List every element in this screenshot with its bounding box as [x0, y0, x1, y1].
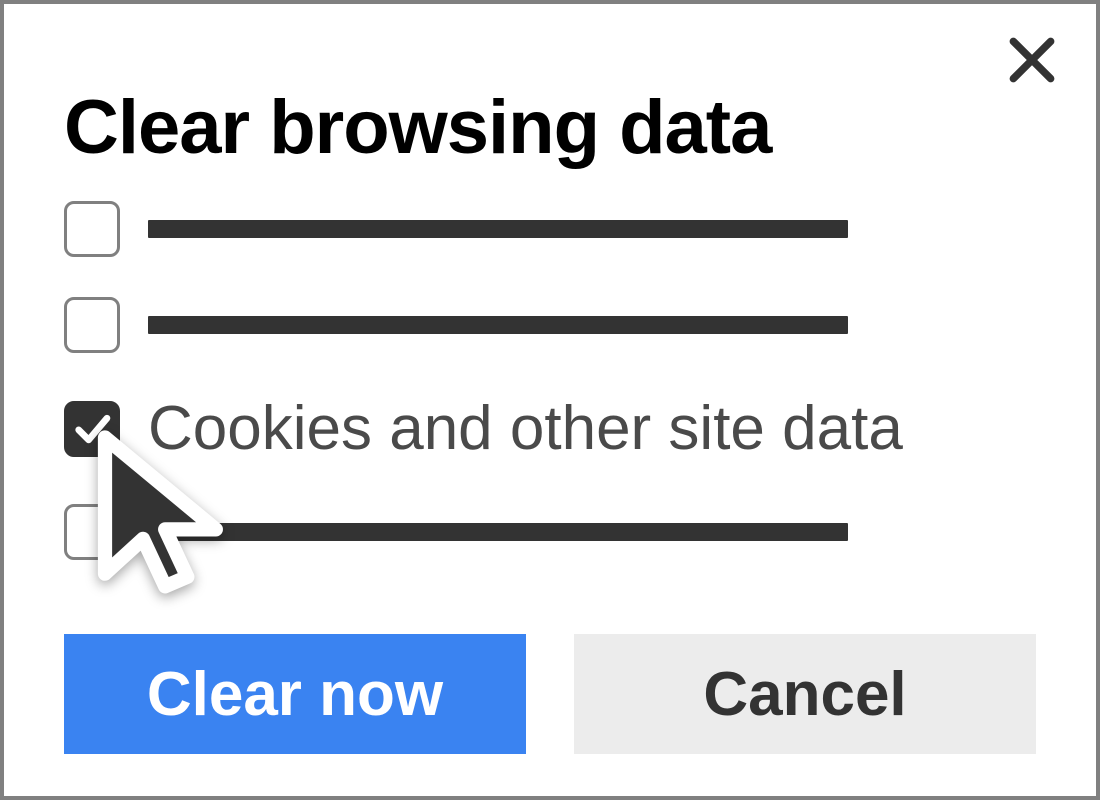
- dialog-title: Clear browsing data: [64, 84, 1036, 171]
- option-row: [64, 297, 1036, 353]
- option-checkbox-2[interactable]: [64, 297, 120, 353]
- option-label-placeholder: [148, 316, 848, 334]
- option-label-placeholder: [148, 220, 848, 238]
- dialog-buttons: Clear now Cancel: [64, 634, 1036, 754]
- option-checkbox-4[interactable]: [64, 504, 120, 560]
- option-label-cookies: Cookies and other site data: [148, 393, 903, 464]
- close-button[interactable]: [1004, 32, 1060, 88]
- cancel-button[interactable]: Cancel: [574, 634, 1036, 754]
- clear-now-button[interactable]: Clear now: [64, 634, 526, 754]
- option-checkbox-1[interactable]: [64, 201, 120, 257]
- options-list: Cookies and other site data: [64, 201, 1036, 560]
- clear-browsing-data-dialog: Clear browsing data Cookies and other si…: [0, 0, 1100, 800]
- option-row: Cookies and other site data: [64, 393, 1036, 464]
- option-row: [64, 201, 1036, 257]
- option-row: [64, 504, 1036, 560]
- close-icon: [1004, 32, 1060, 88]
- option-checkbox-cookies[interactable]: [64, 401, 120, 457]
- option-label-placeholder: [148, 523, 848, 541]
